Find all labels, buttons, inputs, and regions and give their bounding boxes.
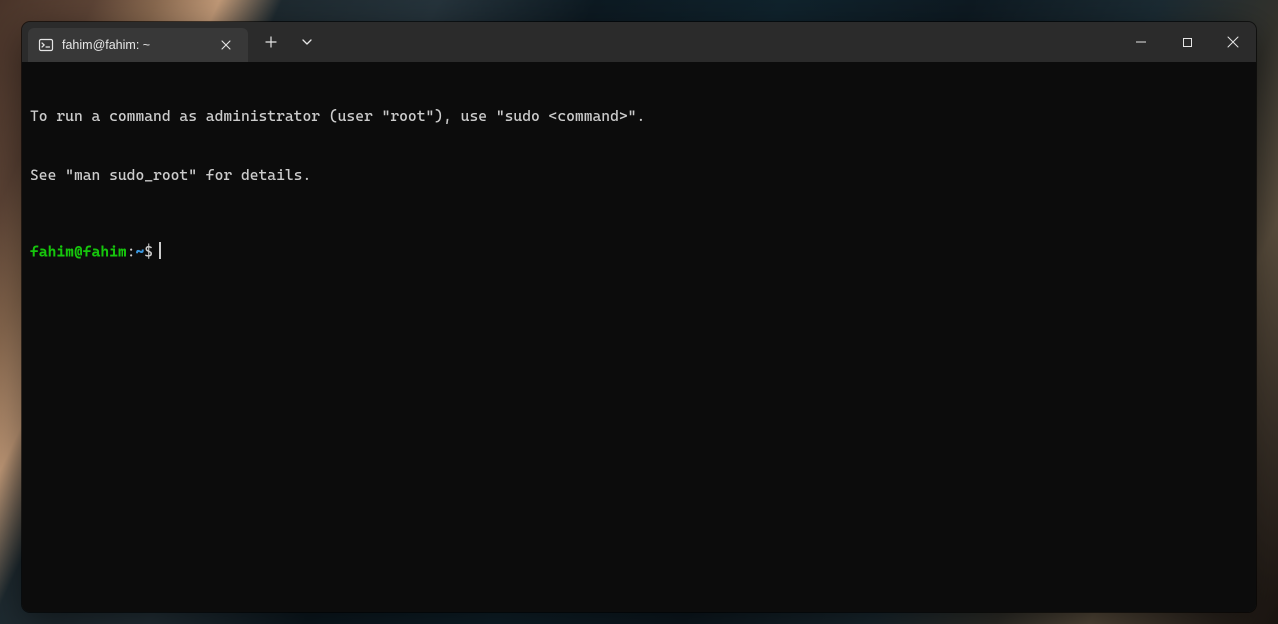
terminal-body[interactable]: To run a command as administrator (user … — [22, 62, 1256, 612]
window-controls — [1118, 22, 1256, 62]
motd-line-2: See "man sudo_root" for details. — [30, 166, 1248, 186]
titlebar-drag-region[interactable] — [324, 22, 1118, 62]
terminal-icon — [38, 37, 54, 53]
cursor — [159, 242, 161, 259]
maximize-button[interactable] — [1164, 22, 1210, 62]
tab-title: fahim@fahim: ~ — [62, 38, 208, 52]
prompt-path: ~ — [135, 243, 144, 261]
minimize-button[interactable] — [1118, 22, 1164, 62]
prompt-symbol: $ — [144, 243, 153, 261]
tab-actions — [248, 22, 324, 62]
prompt-user-host: fahim@fahim — [30, 243, 127, 261]
close-button[interactable] — [1210, 22, 1256, 62]
prompt-line: fahim@fahim:~$ — [30, 242, 1248, 262]
new-tab-button[interactable] — [254, 28, 288, 56]
titlebar[interactable]: fahim@fahim: ~ — [22, 22, 1256, 62]
tab-active[interactable]: fahim@fahim: ~ — [28, 28, 248, 62]
tab-dropdown-button[interactable] — [290, 28, 324, 56]
terminal-window: fahim@fahim: ~ — [22, 22, 1256, 612]
tabstrip: fahim@fahim: ~ — [22, 22, 248, 62]
motd-line-1: To run a command as administrator (user … — [30, 107, 1248, 127]
tab-close-button[interactable] — [216, 35, 236, 55]
